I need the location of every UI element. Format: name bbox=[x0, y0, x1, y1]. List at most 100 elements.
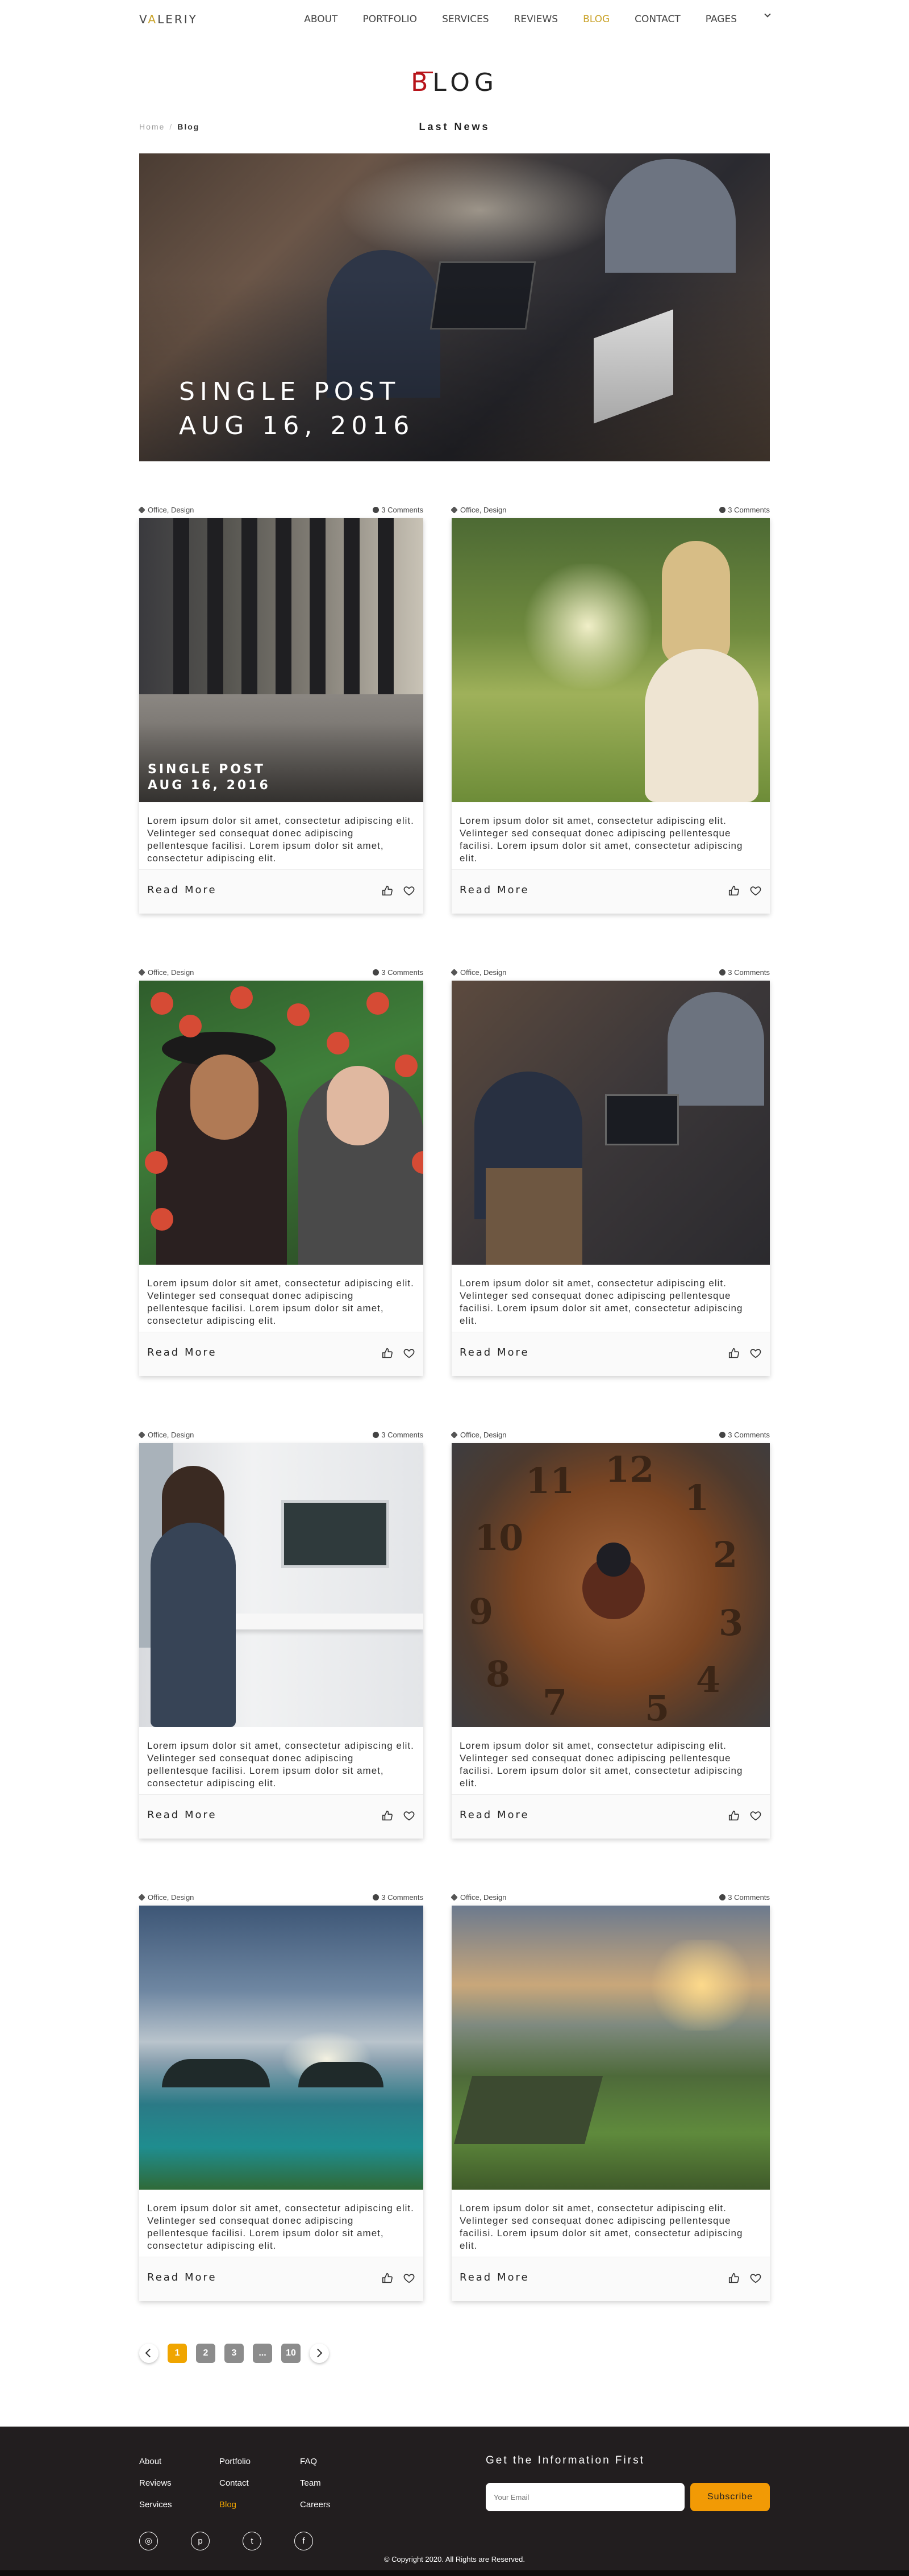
page-button[interactable]: 3 bbox=[224, 2344, 244, 2363]
twitter-icon[interactable]: t bbox=[243, 2532, 261, 2550]
post-image[interactable] bbox=[139, 1906, 423, 2190]
page-button[interactable]: ... bbox=[253, 2344, 272, 2363]
footer-link-careers[interactable]: Careers bbox=[300, 2499, 380, 2510]
subscribe-button[interactable]: Subscribe bbox=[690, 2483, 770, 2511]
nav-item-portfolio[interactable]: PORTFOLIO bbox=[362, 14, 417, 25]
page-button[interactable]: 1 bbox=[168, 2344, 187, 2363]
like-icon[interactable] bbox=[381, 885, 394, 897]
post-image[interactable]: 11 12 1 10 2 9 3 8 4 7 5 bbox=[452, 1443, 770, 1727]
image-sun bbox=[645, 1940, 758, 2031]
like-icon[interactable] bbox=[381, 2272, 394, 2285]
post-image[interactable] bbox=[452, 981, 770, 1265]
page-button[interactable]: 10 bbox=[281, 2344, 301, 2363]
read-more-link[interactable]: Read More bbox=[460, 884, 529, 896]
post-category[interactable]: Office, Design bbox=[451, 968, 506, 977]
post-category[interactable]: Office, Design bbox=[138, 1893, 194, 1902]
footer-link-services[interactable]: Services bbox=[139, 2499, 219, 2510]
like-icon[interactable] bbox=[728, 1810, 740, 1822]
post-image[interactable] bbox=[139, 981, 423, 1265]
hero-caption: SINGLE POST AUG 16, 2016 bbox=[179, 375, 414, 443]
heart-icon[interactable] bbox=[749, 885, 762, 897]
hero-image[interactable]: SINGLE POST AUG 16, 2016 bbox=[139, 153, 770, 461]
post-image[interactable] bbox=[139, 1443, 423, 1727]
instagram-icon[interactable]: ◎ bbox=[139, 2532, 158, 2550]
post-comments[interactable]: 3 Comments bbox=[373, 506, 423, 514]
footer-link-portfolio[interactable]: Portfolio bbox=[219, 2456, 300, 2467]
post-footer: Read More bbox=[452, 1332, 770, 1376]
post-excerpt: Lorem ipsum dolor sit amet, consectetur … bbox=[147, 1740, 414, 1789]
clock-numeral: 8 bbox=[486, 1653, 511, 1695]
email-field[interactable] bbox=[486, 2483, 685, 2511]
post-comments[interactable]: 3 Comments bbox=[719, 968, 770, 977]
comment-icon bbox=[373, 969, 380, 976]
post-caption-title: SINGLE POST bbox=[148, 762, 265, 777]
read-more-link[interactable]: Read More bbox=[460, 1347, 529, 1358]
post-image[interactable]: SINGLE POST AUG 16, 2016 bbox=[139, 518, 423, 802]
nav-item-about[interactable]: ABOUT bbox=[304, 14, 337, 25]
post-comments[interactable]: 3 Comments bbox=[719, 1431, 770, 1439]
like-icon[interactable] bbox=[381, 1347, 394, 1360]
footer-link-blog[interactable]: Blog bbox=[219, 2499, 300, 2510]
footer-bottom-bar bbox=[0, 2570, 909, 2576]
read-more-link[interactable]: Read More bbox=[147, 1809, 217, 1821]
read-more-link[interactable]: Read More bbox=[147, 884, 217, 896]
post-category[interactable]: Office, Design bbox=[451, 1893, 507, 1902]
facebook-icon[interactable]: f bbox=[294, 2532, 313, 2550]
heart-icon[interactable] bbox=[749, 1347, 762, 1360]
like-icon[interactable] bbox=[728, 885, 740, 897]
nav-item-services[interactable]: SERVICES bbox=[442, 14, 489, 25]
post-comments-label: 3 Comments bbox=[381, 1431, 423, 1439]
image-flower bbox=[230, 986, 253, 1009]
post-excerpt: Lorem ipsum dolor sit amet, consectetur … bbox=[147, 2203, 414, 2251]
footer-link-about[interactable]: About bbox=[139, 2456, 219, 2467]
post-image[interactable] bbox=[452, 1906, 770, 2190]
nav-item-contact[interactable]: CONTACT bbox=[635, 14, 681, 25]
previous-page-button[interactable] bbox=[139, 2344, 159, 2363]
social-links: ◎ p t f bbox=[139, 2532, 313, 2550]
post-category[interactable]: Office, Design bbox=[138, 968, 194, 977]
post-category[interactable]: Office, Design bbox=[451, 1431, 506, 1439]
post-comments[interactable]: 3 Comments bbox=[373, 1431, 423, 1439]
post-body: Lorem ipsum dolor sit amet, consectetur … bbox=[139, 1443, 423, 1839]
like-icon[interactable] bbox=[728, 1347, 740, 1360]
nav-item-reviews[interactable]: REVIEWS bbox=[514, 14, 558, 25]
post-category-label: Office, Design bbox=[148, 1893, 194, 1902]
footer-link-contact[interactable]: Contact bbox=[219, 2478, 300, 2489]
like-icon[interactable] bbox=[728, 2272, 740, 2285]
nav-item-blog[interactable]: BLOG bbox=[583, 14, 610, 25]
image-flower bbox=[179, 1015, 202, 1037]
heart-icon[interactable] bbox=[749, 2272, 762, 2285]
post-comments[interactable]: 3 Comments bbox=[373, 968, 423, 977]
heart-icon[interactable] bbox=[403, 885, 415, 897]
comment-icon bbox=[719, 969, 726, 976]
page-title-rest: LOG bbox=[432, 68, 498, 97]
nav-item-pages[interactable]: PAGES bbox=[706, 14, 737, 25]
footer-link-team[interactable]: Team bbox=[300, 2478, 380, 2489]
pinterest-icon[interactable]: p bbox=[191, 2532, 210, 2550]
heart-icon[interactable] bbox=[403, 1347, 415, 1360]
post-category[interactable]: Office, Design bbox=[138, 1431, 194, 1439]
post-comments[interactable]: 3 Comments bbox=[719, 1893, 770, 1902]
image-flower bbox=[151, 1208, 173, 1231]
post-comments[interactable]: 3 Comments bbox=[719, 506, 770, 514]
like-icon[interactable] bbox=[381, 1810, 394, 1822]
heart-icon[interactable] bbox=[403, 1810, 415, 1822]
read-more-link[interactable]: Read More bbox=[460, 2271, 529, 2283]
heart-icon[interactable] bbox=[749, 1810, 762, 1822]
page-button[interactable]: 2 bbox=[196, 2344, 215, 2363]
read-more-link[interactable]: Read More bbox=[147, 1347, 217, 1358]
next-page-button[interactable] bbox=[310, 2344, 329, 2363]
read-more-link[interactable]: Read More bbox=[460, 1809, 529, 1821]
post-category-label: Office, Design bbox=[460, 1893, 507, 1902]
clock-numeral: 5 bbox=[645, 1687, 670, 1727]
post-card: Office, Design 3 Comments SINGLE POST AUG… bbox=[138, 505, 423, 919]
post-category[interactable]: Office, Design bbox=[138, 506, 194, 514]
read-more-link[interactable]: Read More bbox=[147, 2271, 217, 2283]
post-category[interactable]: Office, Design bbox=[451, 506, 506, 514]
heart-icon[interactable] bbox=[403, 2272, 415, 2285]
logo[interactable]: VALERIY bbox=[139, 12, 198, 26]
footer-link-faq[interactable]: FAQ bbox=[300, 2456, 380, 2467]
post-image[interactable] bbox=[452, 518, 770, 802]
post-comments[interactable]: 3 Comments bbox=[373, 1893, 423, 1902]
footer-link-reviews[interactable]: Reviews bbox=[139, 2478, 219, 2489]
